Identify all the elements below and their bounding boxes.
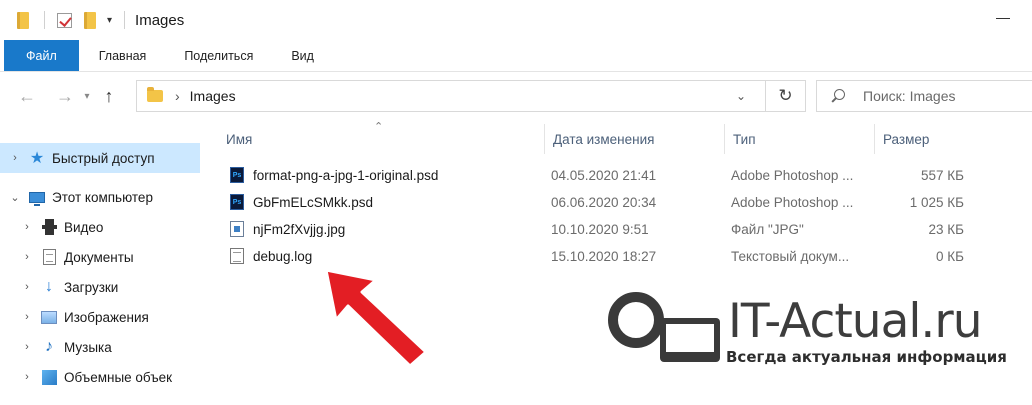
file-size: 23 КБ bbox=[928, 221, 965, 237]
table-row[interactable]: njFm2fXvjjg.jpg 10.10.2020 9:51 Файл "JP… bbox=[202, 216, 982, 242]
navigation-pane: › ★ Быстрый доступ ⌄ Этот компьютер › Ви… bbox=[0, 120, 202, 405]
downloads-icon: ↓ bbox=[45, 278, 53, 295]
ribbon-tabs: Файл Главная Поделиться Вид bbox=[0, 40, 1032, 72]
sidebar-item-label: Музыка bbox=[64, 339, 112, 355]
video-icon bbox=[40, 218, 58, 236]
table-row[interactable]: Ps GbFmELcSMkk.psd 06.06.2020 20:34 Adob… bbox=[202, 189, 982, 215]
sidebar-item-downloads[interactable]: › ↓ Загрузки bbox=[0, 272, 200, 302]
collapse-chevron-icon[interactable]: ⌄ bbox=[8, 191, 22, 204]
sidebar-item-label: Документы bbox=[64, 249, 134, 265]
expand-chevron-icon[interactable]: › bbox=[8, 152, 22, 164]
customize-toolbar-caret-icon[interactable]: ▾ bbox=[107, 15, 112, 26]
sidebar-item-label: Видео bbox=[64, 219, 104, 235]
expand-chevron-icon[interactable]: › bbox=[20, 281, 34, 293]
red-arrow-annotation bbox=[324, 268, 428, 368]
column-headers: Имя Дата изменения Тип Размер bbox=[202, 124, 1032, 154]
recent-locations-caret-icon[interactable]: ▾ bbox=[80, 91, 94, 102]
expand-chevron-icon[interactable]: › bbox=[20, 371, 34, 383]
psd-file-icon: Ps bbox=[230, 167, 244, 183]
file-size: 1 025 КБ bbox=[909, 194, 964, 210]
file-name: debug.log bbox=[253, 248, 313, 264]
devices-icon bbox=[660, 318, 720, 362]
expand-chevron-icon[interactable]: › bbox=[20, 311, 34, 323]
back-arrow-icon[interactable]: ← bbox=[12, 81, 42, 111]
window-title: Images bbox=[135, 11, 185, 29]
refresh-icon[interactable]: ↻ bbox=[765, 81, 805, 111]
breadcrumb-chevron-icon[interactable]: › bbox=[175, 88, 180, 104]
file-type: Текстовый докум... bbox=[731, 248, 850, 264]
navigation-bar: ← → ▾ ↑ › Images ⌄ ↻ bbox=[0, 72, 1032, 120]
up-arrow-icon[interactable]: ↑ bbox=[94, 81, 124, 111]
search-input[interactable] bbox=[863, 88, 1013, 104]
address-bar[interactable]: › Images ⌄ ↻ bbox=[136, 80, 806, 112]
quick-access-separator bbox=[44, 11, 45, 29]
address-folder-icon bbox=[147, 87, 163, 102]
expand-chevron-icon[interactable]: › bbox=[20, 251, 34, 263]
file-type: Adobe Photoshop ... bbox=[731, 194, 854, 210]
address-dropdown-chevron-icon[interactable]: ⌄ bbox=[727, 81, 755, 111]
file-type: Файл "JPG" bbox=[731, 221, 804, 237]
watermark-title: IT-Actual.ru bbox=[728, 294, 982, 349]
gear-icon bbox=[608, 292, 664, 348]
file-size: 0 КБ bbox=[936, 248, 964, 264]
column-header-name[interactable]: Имя bbox=[202, 124, 544, 154]
watermark-logo: IT-Actual.ru Всегда актуальная информаци… bbox=[602, 292, 1012, 382]
sidebar-item-pictures[interactable]: › Изображения bbox=[0, 302, 200, 332]
file-name: format-png-a-jpg-1-original.psd bbox=[253, 167, 439, 183]
sidebar-item-music[interactable]: › ♪ Музыка bbox=[0, 332, 200, 362]
expand-chevron-icon[interactable]: › bbox=[20, 221, 34, 233]
pictures-icon bbox=[40, 308, 58, 326]
search-box[interactable] bbox=[816, 80, 1032, 112]
tab-view[interactable]: Вид bbox=[273, 40, 332, 71]
breadcrumb-current[interactable]: Images bbox=[190, 88, 236, 104]
column-header-size[interactable]: Размер bbox=[874, 124, 994, 154]
new-folder-icon[interactable] bbox=[79, 9, 101, 31]
documents-icon bbox=[40, 248, 58, 266]
file-name: GbFmELcSMkk.psd bbox=[253, 194, 374, 210]
tab-file[interactable]: Файл bbox=[4, 40, 79, 71]
file-date: 10.10.2020 9:51 bbox=[551, 221, 649, 237]
sidebar-item-video[interactable]: › Видео bbox=[0, 212, 200, 242]
sidebar-item-this-pc[interactable]: ⌄ Этот компьютер bbox=[0, 182, 200, 212]
sidebar-item-label: Объемные объек bbox=[64, 369, 173, 385]
file-date: 15.10.2020 18:27 bbox=[551, 248, 657, 264]
computer-icon bbox=[28, 188, 46, 206]
title-separator bbox=[124, 11, 126, 29]
column-header-date[interactable]: Дата изменения bbox=[544, 124, 724, 154]
file-date: 04.05.2020 21:41 bbox=[551, 167, 657, 183]
text-file-icon bbox=[230, 248, 244, 264]
sidebar-item-label: Изображения bbox=[64, 309, 149, 325]
jpg-file-icon bbox=[230, 221, 244, 237]
search-icon bbox=[831, 89, 845, 103]
watermark-subtitle: Всегда актуальная информация bbox=[726, 348, 1007, 366]
sidebar-item-3d-objects[interactable]: › Объемные объек bbox=[0, 362, 200, 392]
column-header-type[interactable]: Тип bbox=[724, 124, 874, 154]
sidebar-item-label: Этот компьютер bbox=[52, 189, 153, 205]
tab-home[interactable]: Главная bbox=[81, 40, 165, 71]
properties-check-icon[interactable] bbox=[53, 9, 75, 31]
file-date: 06.06.2020 20:34 bbox=[551, 194, 657, 210]
star-icon: ★ bbox=[29, 150, 45, 167]
music-icon: ♪ bbox=[45, 338, 53, 355]
file-name: njFm2fXvjjg.jpg bbox=[253, 221, 346, 237]
folder-icon[interactable] bbox=[12, 9, 34, 31]
3d-objects-icon bbox=[40, 368, 58, 386]
title-bar: ▾ Images bbox=[0, 0, 1032, 40]
file-type: Adobe Photoshop ... bbox=[731, 167, 854, 183]
file-size: 557 КБ bbox=[921, 167, 964, 183]
forward-arrow-icon[interactable]: → bbox=[50, 81, 80, 111]
sidebar-item-label: Быстрый доступ bbox=[52, 150, 155, 166]
psd-file-icon: Ps bbox=[230, 194, 244, 210]
tab-share[interactable]: Поделиться bbox=[166, 40, 271, 71]
table-row[interactable]: Ps format-png-a-jpg-1-original.psd 04.05… bbox=[202, 162, 982, 188]
sidebar-item-label: Загрузки bbox=[64, 279, 119, 295]
sidebar-item-documents[interactable]: › Документы bbox=[0, 242, 200, 272]
minimize-button[interactable] bbox=[996, 18, 1010, 19]
sidebar-item-quick-access[interactable]: › ★ Быстрый доступ bbox=[0, 143, 200, 173]
expand-chevron-icon[interactable]: › bbox=[20, 341, 34, 353]
